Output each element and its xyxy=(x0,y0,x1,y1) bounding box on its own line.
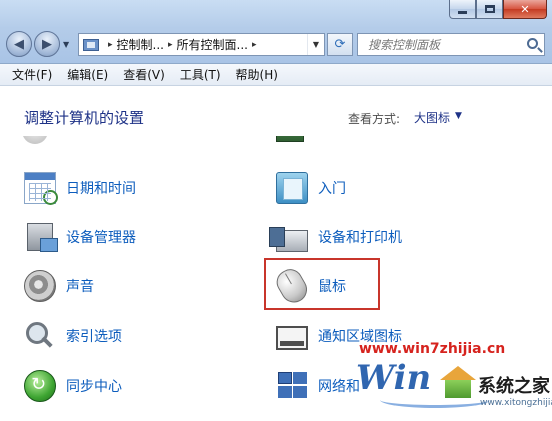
breadcrumb-separator[interactable]: ▸ xyxy=(108,40,113,50)
forward-button[interactable]: ▶ xyxy=(34,31,60,57)
minimize-icon xyxy=(458,10,467,14)
item-label[interactable]: 网络和 xyxy=(318,376,360,396)
item-label[interactable]: 设备和打印机 xyxy=(318,227,402,247)
item-label[interactable]: 索引选项 xyxy=(66,326,122,346)
forward-arrow-icon: ▶ xyxy=(42,36,52,52)
refresh-button[interactable]: ⟳ xyxy=(327,33,353,56)
watermark-house-icon xyxy=(440,366,476,400)
recent-pages-dropdown-icon[interactable]: ▼ xyxy=(63,40,69,49)
window-chrome: ✕ ◀ ▶ ▼ ▸ 控制制... ▸ 所有控制面... ▸ ▼ ⟳ xyxy=(0,0,552,64)
watermark-url: www.win7zhijia.cn xyxy=(359,341,506,357)
caption-buttons: ✕ xyxy=(449,0,547,19)
back-arrow-icon: ◀ xyxy=(14,36,24,52)
item-label[interactable]: 日期和时间 xyxy=(66,178,136,198)
item-label[interactable]: 同步中心 xyxy=(66,376,122,396)
sync-center-icon xyxy=(24,370,56,402)
item-devices-printers[interactable]: 设备和打印机 xyxy=(269,217,402,257)
item-date-time[interactable]: 日期和时间 xyxy=(24,168,136,208)
watermark-subtitle: www.xitongzhijia.net xyxy=(480,398,552,408)
mouse-highlight-box xyxy=(264,258,380,310)
minimize-button[interactable] xyxy=(449,0,476,19)
clipped-item-icon[interactable] xyxy=(22,136,48,144)
printer-icon xyxy=(269,227,308,252)
getting-started-icon xyxy=(276,172,308,204)
notification-area-icon xyxy=(276,326,308,350)
search-box[interactable] xyxy=(357,33,545,56)
menu-help[interactable]: 帮助(H) xyxy=(236,66,278,83)
watermark-brand: 系统之家 xyxy=(478,376,550,397)
page-title: 调整计算机的设置 xyxy=(24,109,145,127)
item-sync-center[interactable]: 同步中心 xyxy=(24,366,122,406)
address-dropdown-icon[interactable]: ▼ xyxy=(306,34,324,55)
clock-icon xyxy=(43,190,58,205)
navigation-buttons: ◀ ▶ ▼ xyxy=(6,30,71,58)
item-indexing-options[interactable]: 索引选项 xyxy=(24,316,122,356)
item-getting-started[interactable]: 入门 xyxy=(276,168,346,208)
item-label[interactable]: 声音 xyxy=(66,276,94,296)
item-label[interactable]: 设备管理器 xyxy=(66,227,136,247)
network-icon xyxy=(276,370,308,402)
menu-file[interactable]: 文件(F) xyxy=(12,66,52,83)
breadcrumb-all-items[interactable]: 所有控制面... xyxy=(177,36,248,53)
view-by-label: 查看方式: xyxy=(348,112,401,126)
maximize-icon xyxy=(484,5,495,13)
breadcrumb-separator[interactable]: ▸ xyxy=(168,40,173,50)
device-manager-icon xyxy=(27,223,58,252)
close-icon: ✕ xyxy=(520,2,530,16)
breadcrumb-separator[interactable]: ▸ xyxy=(252,40,257,50)
item-network[interactable]: 网络和 xyxy=(276,366,360,406)
search-icon[interactable] xyxy=(527,38,538,49)
clipped-item-icon[interactable] xyxy=(276,136,304,142)
menu-edit[interactable]: 编辑(E) xyxy=(67,66,108,83)
magnifier-icon xyxy=(24,320,56,352)
item-label[interactable]: 入门 xyxy=(318,178,346,198)
back-button[interactable]: ◀ xyxy=(6,31,32,57)
calendar-clock-icon xyxy=(24,172,58,205)
address-bar[interactable]: ▸ 控制制... ▸ 所有控制面... ▸ ▼ xyxy=(78,33,325,56)
menu-bar: 文件(F) 编辑(E) 查看(V) 工具(T) 帮助(H) xyxy=(0,64,552,86)
item-sound[interactable]: 声音 xyxy=(24,266,94,306)
item-device-manager[interactable]: 设备管理器 xyxy=(24,217,136,257)
close-button[interactable]: ✕ xyxy=(503,0,547,19)
maximize-button[interactable] xyxy=(476,0,503,19)
control-panel-icon xyxy=(83,38,99,51)
menu-view[interactable]: 查看(V) xyxy=(123,66,165,83)
watermark-logo-text: Win xyxy=(356,358,432,398)
breadcrumb-control-panel[interactable]: 控制制... xyxy=(117,36,164,53)
speaker-icon xyxy=(24,270,56,302)
search-input[interactable] xyxy=(368,37,518,52)
view-by-dropdown[interactable]: 大图标 xyxy=(414,109,450,126)
menu-tools[interactable]: 工具(T) xyxy=(180,66,221,83)
view-by-caret-icon[interactable]: ▼ xyxy=(455,111,462,121)
refresh-icon: ⟳ xyxy=(334,37,346,52)
content-header: 调整计算机的设置 查看方式: 大图标 ▼ xyxy=(0,86,552,136)
